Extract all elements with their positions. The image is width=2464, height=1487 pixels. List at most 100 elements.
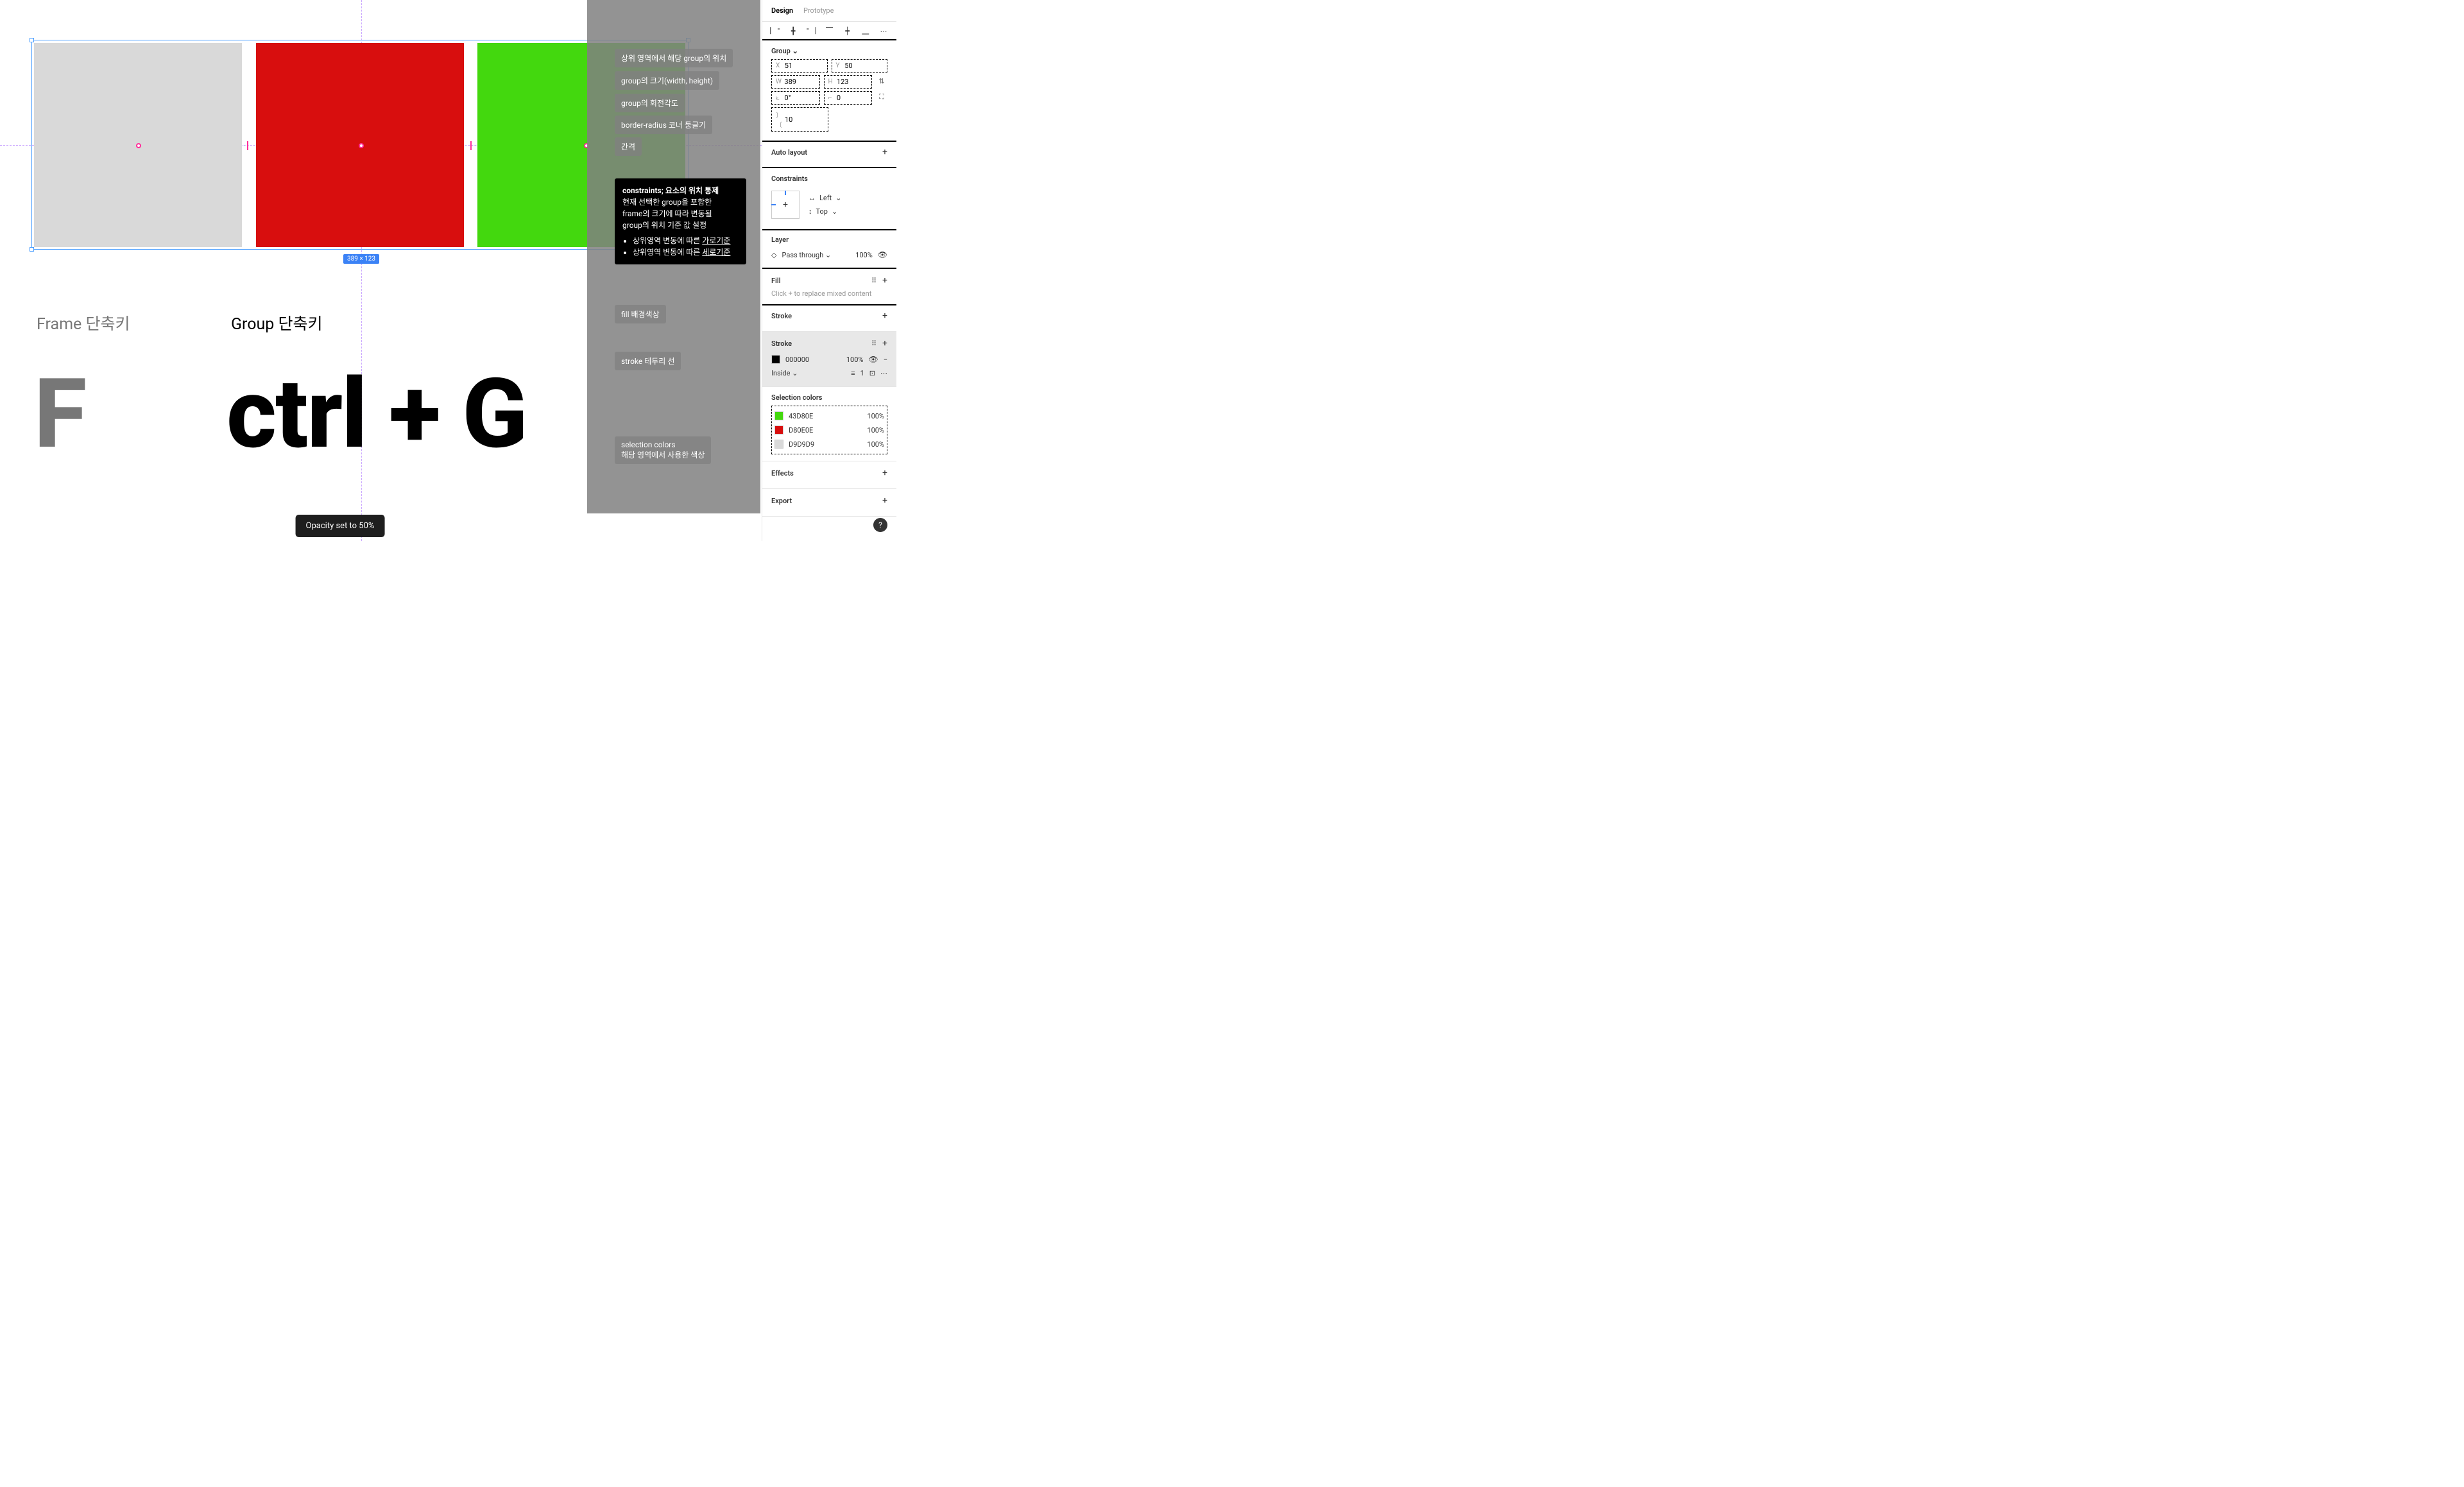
selection-colors-section: Selection colors 43D80E 100% D80E0E 100%…	[762, 387, 896, 461]
height-field[interactable]: H	[824, 75, 873, 89]
chevron-down-icon: ⌄	[792, 47, 798, 55]
color-hex: D9D9D9	[789, 440, 814, 449]
width-input[interactable]	[784, 78, 815, 86]
height-input[interactable]	[837, 78, 868, 86]
stroke-visibility-icon[interactable]: 👁	[868, 355, 878, 364]
color-hex: D80E0E	[789, 426, 813, 434]
auto-layout-section: Auto layout +	[762, 141, 896, 168]
stroke-inline-add-button[interactable]: +	[882, 338, 887, 348]
constraints-title: Constraints	[771, 175, 808, 183]
layer-opacity-input[interactable]: 100%	[855, 251, 873, 259]
width-field[interactable]: W	[771, 75, 820, 89]
annotation-tag: 간격	[615, 137, 642, 156]
add-auto-layout-button[interactable]: +	[882, 147, 887, 157]
align-bottom-icon[interactable]: ⎽	[862, 27, 869, 35]
y-input[interactable]	[844, 62, 883, 70]
stroke-hex[interactable]: 000000	[785, 356, 809, 364]
annotation-tag: group의 크기(width, height)	[615, 71, 719, 90]
rotation-field[interactable]: ⟀	[771, 91, 820, 105]
selection-color-row[interactable]: D9D9D9 100%	[774, 437, 884, 451]
align-left-icon[interactable]: ⎸⁼	[771, 27, 779, 35]
stroke-sides-icon[interactable]: ⊡	[869, 369, 875, 377]
y-field[interactable]: Y	[832, 59, 888, 73]
color-opacity: 100%	[867, 426, 884, 434]
radius-input[interactable]	[837, 94, 868, 102]
note-line: group의 위치 기준 값 설정	[622, 219, 739, 231]
remove-stroke-icon[interactable]: −	[884, 356, 887, 364]
frame-shortcut-label: Frame 단축키	[37, 311, 130, 334]
fill-section: Fill ⠿ + Click + to replace mixed conten…	[762, 268, 896, 305]
constraint-v-dropdown[interactable]: ↕ Top ⌄	[809, 207, 841, 216]
color-swatch[interactable]	[774, 411, 783, 420]
radius-field[interactable]: ⌐	[824, 91, 873, 105]
gap-field[interactable]: 〕〔	[771, 107, 828, 132]
stroke-opacity[interactable]: 100%	[846, 356, 864, 364]
layer-title: Layer	[771, 236, 789, 244]
tab-prototype[interactable]: Prototype	[803, 6, 834, 15]
tab-design[interactable]: Design	[771, 6, 793, 15]
annotation-tag: selection colors 해당 영역에서 사용한 색상	[615, 436, 711, 464]
constrain-proportions-icon[interactable]: ⇅	[876, 75, 887, 87]
add-effect-button[interactable]: +	[882, 468, 887, 478]
stroke-inline-section: Stroke ⠿ + 000000 100% 👁 − Inside ⌄ ≡ 1 …	[762, 332, 896, 387]
chevron-down-icon: ⌄	[825, 251, 831, 259]
rotation-input[interactable]	[784, 94, 815, 102]
resize-handle-bl[interactable]	[30, 247, 34, 252]
align-more-icon[interactable]: ⋯	[880, 27, 887, 35]
design-panel: Design Prototype ⎸⁼ ╋ ⁼⎹ ⎺ ┿ ⎽ ⋯ Group ⌄…	[762, 0, 896, 541]
align-right-icon[interactable]: ⁼⎹	[807, 27, 815, 35]
dimension-badge: 389 × 123	[343, 254, 379, 264]
v-arrow-icon: ↕	[809, 207, 812, 216]
constraints-widget[interactable]: +	[771, 191, 800, 219]
color-opacity: 100%	[867, 440, 884, 449]
effects-section: Effects +	[762, 461, 896, 489]
stroke-position-dropdown[interactable]: Inside ⌄	[771, 369, 798, 377]
stroke-title: Stroke	[771, 312, 792, 320]
color-swatch[interactable]	[774, 425, 783, 434]
color-swatch[interactable]	[774, 440, 783, 449]
stroke-color-swatch[interactable]	[771, 355, 780, 364]
align-top-icon[interactable]: ⎺	[825, 27, 833, 35]
layer-section: Layer ◇ Pass through ⌄ 100% 👁	[762, 229, 896, 269]
annotation-note-constraints: constraints; 요소의 위치 통제 현재 선택한 group을 포함한…	[615, 178, 746, 264]
frame-type-dropdown[interactable]: Group ⌄	[771, 47, 798, 55]
add-stroke-button[interactable]: +	[882, 311, 887, 321]
fill-styles-icon[interactable]: ⠿	[871, 277, 877, 285]
effects-title: Effects	[771, 469, 794, 477]
note-line: 현재 선택한 group을 포함한	[622, 196, 739, 208]
add-fill-button[interactable]: +	[882, 275, 887, 286]
resize-handle-tl[interactable]	[30, 38, 34, 42]
annotation-tag: border-radius 코너 둥글기	[615, 116, 712, 134]
stroke-styles-icon[interactable]: ⠿	[871, 340, 877, 348]
group-shortcut-label: Group 단축키	[231, 311, 323, 334]
constraints-section: Constraints + ↔ Left ⌄ ↕ Top ⌄	[762, 167, 896, 230]
align-v-center-icon[interactable]: ┿	[844, 27, 851, 35]
alignment-controls: ⎸⁼ ╋ ⁼⎹ ⎺ ┿ ⎽ ⋯	[762, 22, 896, 40]
selection-colors-title: Selection colors	[771, 393, 822, 402]
blend-mode-icon: ◇	[771, 251, 776, 259]
shortcut-key-f: F	[34, 366, 87, 462]
constraint-left-indicator	[771, 204, 776, 205]
gap-input[interactable]	[785, 116, 824, 124]
export-section: Export +	[762, 489, 896, 517]
help-button[interactable]: ?	[873, 518, 887, 532]
export-title: Export	[771, 497, 792, 505]
chevron-down-icon: ⌄	[832, 207, 837, 216]
note-bullet: 상위영역 변동에 따른 세로기준	[633, 246, 739, 258]
independent-corners-icon[interactable]: ⛶	[876, 91, 887, 103]
x-field[interactable]: X	[771, 59, 828, 73]
align-h-center-icon[interactable]: ╋	[789, 27, 797, 35]
x-input[interactable]	[785, 62, 823, 70]
blend-mode-dropdown[interactable]: Pass through ⌄	[782, 251, 831, 259]
add-export-button[interactable]: +	[882, 495, 887, 506]
chevron-down-icon: ⌄	[792, 369, 798, 377]
stroke-width-icon: ≡	[851, 369, 855, 377]
visibility-icon[interactable]: 👁	[878, 250, 887, 259]
selection-color-row[interactable]: 43D80E 100%	[774, 409, 884, 423]
selection-color-row[interactable]: D80E0E 100%	[774, 423, 884, 437]
stroke-width-input[interactable]: 1	[860, 369, 864, 377]
constraint-h-dropdown[interactable]: ↔ Left ⌄	[809, 194, 841, 202]
stroke-inline-title: Stroke	[771, 340, 792, 348]
stroke-more-icon[interactable]: ⋯	[880, 369, 887, 377]
note-bullet: 상위영역 변동에 따른 가로기준	[633, 235, 739, 246]
